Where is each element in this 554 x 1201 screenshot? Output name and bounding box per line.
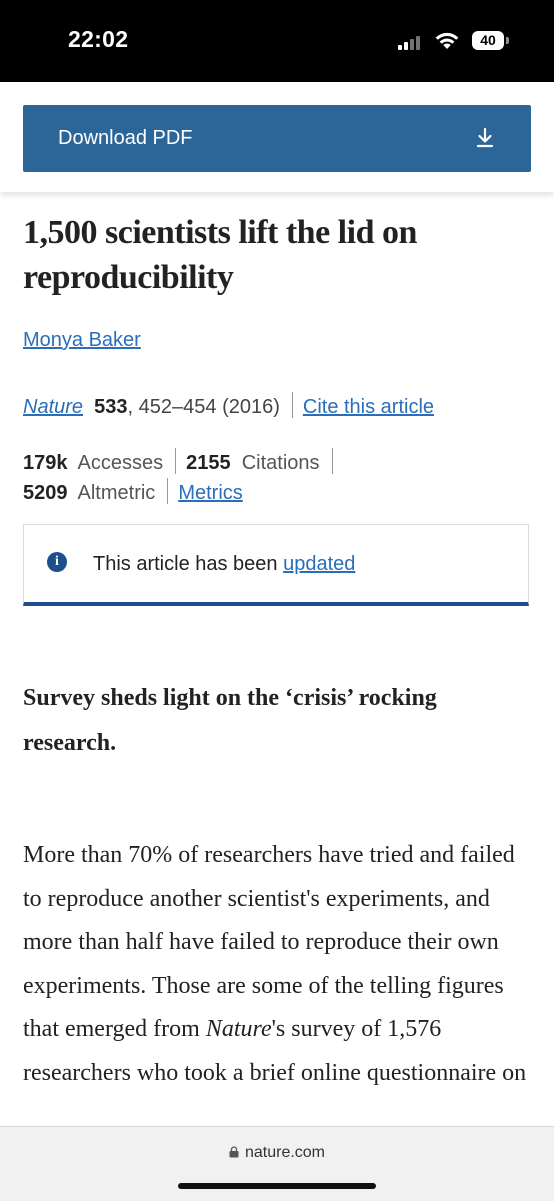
metrics-row-2: 5209 Altmetric Metrics [23,478,343,508]
article-metrics: 179k Accesses 2155 Citations 5209 Altmetr… [23,448,343,508]
journal-pages-year: , 452–454 (2016) [127,396,280,418]
update-notice: i This article has been updated [23,524,529,606]
citations-count: 2155 [186,452,231,474]
browser-bottom-bar: nature.com [0,1126,554,1201]
info-icon: i [47,552,67,572]
status-bar: 22:02 40 [0,0,554,82]
address-bar[interactable]: nature.com [0,1144,554,1162]
battery-tip [506,37,509,44]
author-link[interactable]: Monya Baker [23,329,141,352]
altmetric-label: Altmetric [77,482,156,504]
altmetric-count: 5209 [23,482,68,504]
article-standfirst: Survey sheds light on the ‘crisis’ rocki… [23,685,437,756]
metrics-link[interactable]: Metrics [178,482,242,504]
body-text-journal: Nature [205,1016,272,1042]
divider [167,478,169,504]
home-indicator[interactable] [178,1183,376,1189]
citation-line: Nature 533, 452–454 (2016) Cite this arti… [23,392,434,419]
divider [291,392,293,418]
wifi-icon [435,32,459,49]
article-body-paragraph: More than 70% of researchers have tried … [23,834,533,1095]
update-notice-text: This article has been updated [93,553,355,576]
divider [331,448,333,474]
cite-article-link[interactable]: Cite this article [303,396,434,418]
journal-volume: 533 [94,396,128,418]
update-notice-label: This article has been [93,553,278,575]
sticky-header: Download PDF [0,82,554,192]
cellular-signal-icon [398,36,424,50]
divider [175,448,177,474]
citations-label: Citations [241,452,320,474]
download-pdf-button[interactable]: Download PDF [23,105,531,172]
download-pdf-label: Download PDF [58,127,193,149]
updated-link[interactable]: updated [283,553,355,575]
status-time: 22:02 [68,26,129,52]
lock-icon [229,1146,239,1158]
body-text-part-1: More than 70% of researchers have tried … [23,842,515,1042]
download-icon [476,127,494,148]
metrics-row-1: 179k Accesses 2155 Citations [23,448,343,478]
accesses-count: 179k [23,452,68,474]
battery-indicator: 40 [472,31,504,50]
url-text: nature.com [244,1144,326,1161]
article-title: 1,500 scientists lift the lid on reprodu… [23,214,417,296]
accesses-label: Accesses [77,452,164,474]
journal-link[interactable]: Nature [23,396,83,418]
